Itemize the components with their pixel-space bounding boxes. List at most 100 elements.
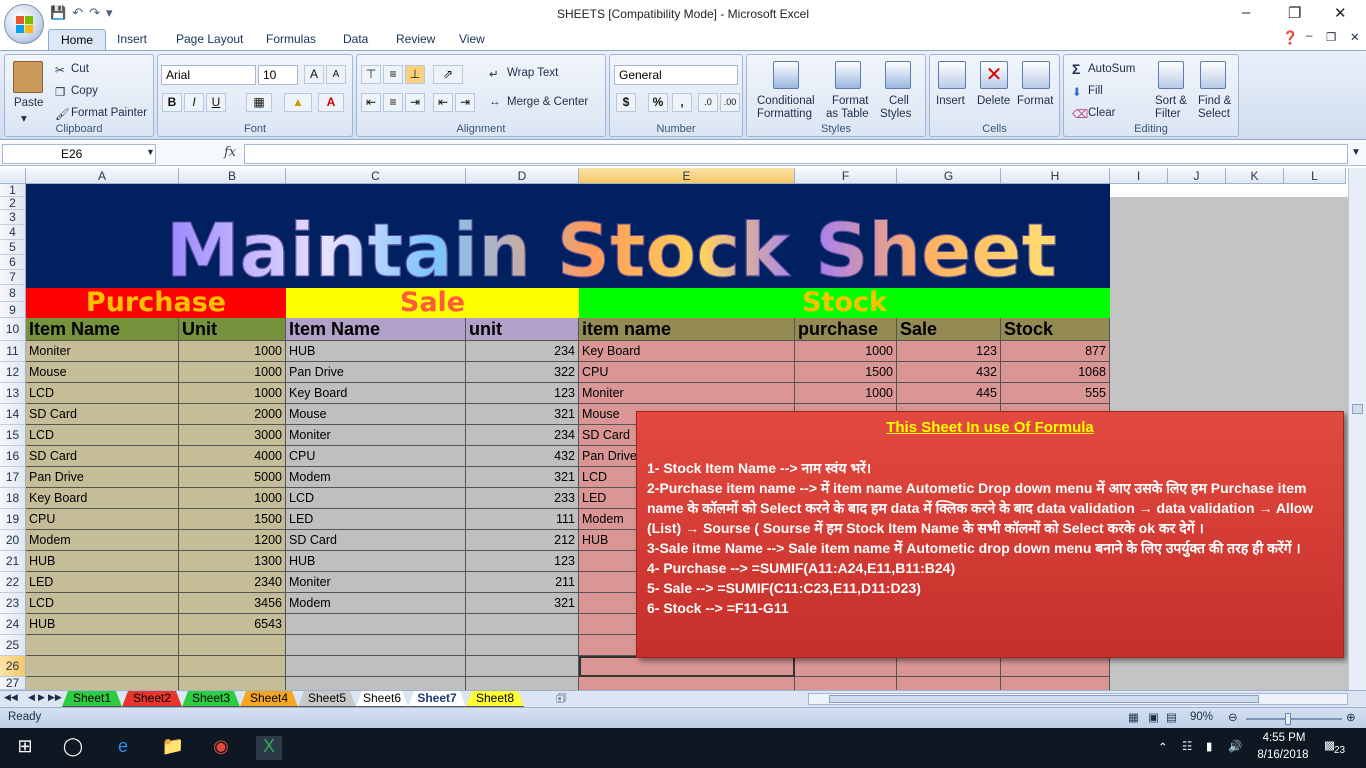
- table-cell[interactable]: [466, 635, 579, 656]
- sheet-tab[interactable]: Sheet2: [122, 691, 182, 707]
- horizontal-scrollbar[interactable]: [808, 693, 1348, 705]
- ribbon-close-icon[interactable]: ✕: [1350, 30, 1360, 44]
- paste-icon[interactable]: [13, 61, 43, 93]
- cell-styles-button[interactable]: Cell: [889, 95, 909, 107]
- table-cell[interactable]: 3000: [179, 425, 286, 446]
- row-header-5[interactable]: 5: [0, 240, 26, 255]
- table-cell[interactable]: 1000: [795, 383, 897, 404]
- table-cell[interactable]: 1500: [179, 509, 286, 530]
- italic-button[interactable]: I: [184, 93, 204, 112]
- row-header-23[interactable]: 23: [0, 593, 26, 614]
- align-right-icon[interactable]: ⇥: [405, 93, 425, 112]
- volume-icon[interactable]: 🔊: [1228, 739, 1242, 753]
- clock-date[interactable]: 8/16/2018: [1255, 749, 1311, 761]
- table-cell[interactable]: 123: [466, 383, 579, 404]
- table-cell[interactable]: Modem: [286, 593, 466, 614]
- column-header-e[interactable]: E: [579, 168, 795, 184]
- worksheet-grid[interactable]: ABCDEFGHIJKL 1 2 3 4 5 6 7 8 9 10 11 12 13 14 15 16 17 18…: [0, 168, 1348, 690]
- header-cell[interactable]: Item Name: [26, 318, 179, 341]
- find-select-button[interactable]: Find &: [1198, 95, 1231, 107]
- currency-button[interactable]: $: [616, 93, 636, 112]
- header-cell[interactable]: Unit: [179, 318, 286, 341]
- vertical-scroll-thumb[interactable]: [1352, 404, 1363, 414]
- bold-button[interactable]: B: [162, 93, 182, 112]
- table-cell[interactable]: LCD: [26, 593, 179, 614]
- row-header-21[interactable]: 21: [0, 551, 26, 572]
- row-header-16[interactable]: 16: [0, 446, 26, 467]
- sheet-tab[interactable]: Sheet7: [408, 691, 466, 707]
- table-cell[interactable]: 445: [897, 383, 1001, 404]
- name-box-dropdown-icon[interactable]: ▼: [146, 147, 155, 157]
- row-header-7[interactable]: 7: [0, 270, 26, 285]
- align-center-icon[interactable]: ≡: [383, 93, 403, 112]
- table-cell[interactable]: Mouse: [286, 404, 466, 425]
- shrink-font-button[interactable]: A: [326, 65, 346, 84]
- orientation-icon[interactable]: ⇗: [433, 65, 463, 84]
- table-cell[interactable]: [795, 656, 897, 677]
- table-cell[interactable]: 555: [1001, 383, 1110, 404]
- align-top-icon[interactable]: ⊤: [361, 65, 381, 84]
- table-cell[interactable]: Pan Drive: [26, 467, 179, 488]
- table-cell[interactable]: LCD: [286, 488, 466, 509]
- format-cells-icon[interactable]: [1022, 61, 1050, 89]
- row-header-6[interactable]: 6: [0, 255, 26, 270]
- decrease-decimal-icon[interactable]: .00: [720, 93, 740, 112]
- table-cell[interactable]: 322: [466, 362, 579, 383]
- table-cell[interactable]: Pan Drive: [286, 362, 466, 383]
- table-cell[interactable]: HUB: [26, 614, 179, 635]
- copy-icon[interactable]: ❐: [55, 85, 65, 99]
- table-cell[interactable]: 234: [466, 425, 579, 446]
- battery-icon[interactable]: ▮: [1206, 739, 1212, 753]
- active-cell-e26[interactable]: [579, 656, 795, 677]
- row-header-8[interactable]: 8: [0, 285, 26, 302]
- clear-icon[interactable]: ⌫: [1072, 107, 1088, 121]
- table-cell[interactable]: LCD: [26, 383, 179, 404]
- table-cell[interactable]: [466, 677, 579, 690]
- wrap-text-button[interactable]: Wrap Text: [507, 67, 558, 79]
- page-layout-view-icon[interactable]: ▣: [1148, 710, 1159, 724]
- last-sheet-icon[interactable]: ▶▶: [48, 692, 62, 703]
- show-hidden-icons[interactable]: ⌃: [1158, 740, 1168, 754]
- delete-cells-icon[interactable]: ✕: [980, 61, 1008, 89]
- table-cell[interactable]: Modem: [26, 530, 179, 551]
- horizontal-scroll-thumb[interactable]: [829, 695, 1259, 703]
- table-cell[interactable]: [179, 656, 286, 677]
- table-cell[interactable]: 321: [466, 467, 579, 488]
- table-cell[interactable]: [1001, 656, 1110, 677]
- table-cell[interactable]: 2000: [179, 404, 286, 425]
- table-cell[interactable]: 211: [466, 572, 579, 593]
- table-cell[interactable]: [1001, 677, 1110, 690]
- table-cell[interactable]: 432: [466, 446, 579, 467]
- increase-indent-icon[interactable]: ⇥: [455, 93, 475, 112]
- align-bottom-icon[interactable]: ⊥: [405, 65, 425, 84]
- table-cell[interactable]: 1500: [795, 362, 897, 383]
- expand-formula-bar-icon[interactable]: ▼: [1351, 147, 1361, 158]
- network-icon[interactable]: ☷: [1182, 739, 1192, 753]
- tab-review[interactable]: Review: [396, 32, 435, 46]
- header-cell[interactable]: Stock: [1001, 318, 1110, 341]
- borders-icon[interactable]: ▦: [246, 93, 272, 112]
- cell-styles-label[interactable]: Styles: [880, 108, 911, 120]
- row-header-11[interactable]: 11: [0, 341, 26, 362]
- merge-center-button[interactable]: Merge & Center: [507, 96, 588, 108]
- font-color-icon[interactable]: A: [318, 93, 344, 112]
- help-icon[interactable]: ❓: [1282, 30, 1298, 46]
- table-cell[interactable]: Moniter: [286, 572, 466, 593]
- table-cell[interactable]: 4000: [179, 446, 286, 467]
- format-as-table-icon[interactable]: [835, 61, 861, 89]
- row-header-24[interactable]: 24: [0, 614, 26, 635]
- column-header-g[interactable]: G: [897, 168, 1001, 184]
- column-header-a[interactable]: A: [26, 168, 179, 184]
- find-select-label[interactable]: Select: [1198, 108, 1230, 120]
- table-cell[interactable]: Moniter: [286, 425, 466, 446]
- table-cell[interactable]: 1300: [179, 551, 286, 572]
- edge-icon[interactable]: e: [110, 736, 136, 760]
- clock-time[interactable]: 4:55 PM: [1258, 732, 1310, 744]
- table-cell[interactable]: 1000: [179, 341, 286, 362]
- format-as-table-label[interactable]: as Table: [826, 108, 869, 120]
- fill-color-icon[interactable]: ▲: [284, 93, 312, 112]
- tab-page-layout[interactable]: Page Layout: [176, 32, 243, 46]
- table-cell[interactable]: CPU: [579, 362, 795, 383]
- zoom-slider[interactable]: [1246, 718, 1342, 720]
- formula-input[interactable]: [244, 144, 1348, 164]
